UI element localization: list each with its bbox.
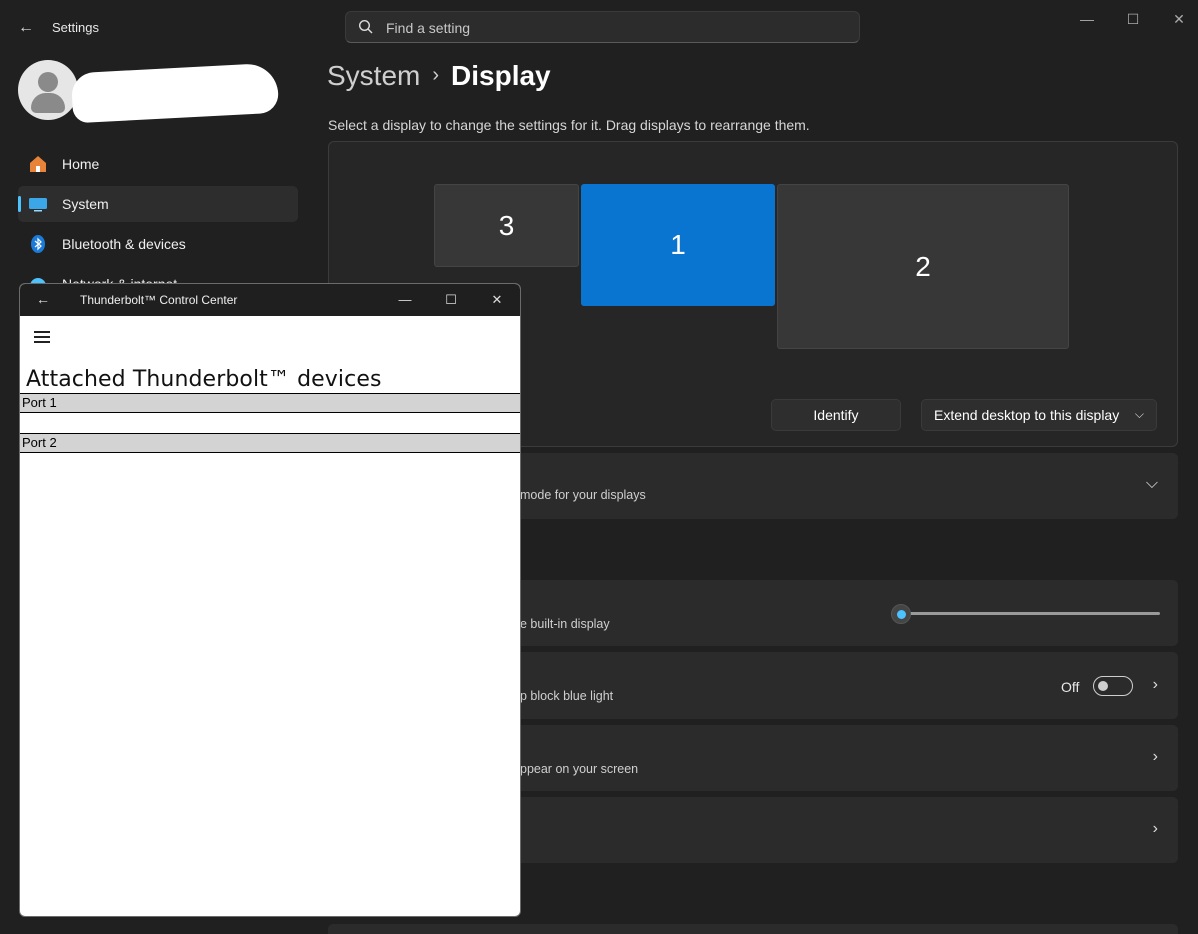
monitor-3[interactable]: 3 — [434, 184, 579, 267]
window-title: Settings — [52, 20, 99, 35]
sidebar-item-label: Bluetooth & devices — [62, 236, 186, 252]
breadcrumb-parent[interactable]: System — [327, 60, 420, 91]
chevron-down-icon: ⌵ — [1145, 475, 1158, 492]
port-row[interactable]: Port 1 — [20, 393, 520, 413]
sidebar-item-label: System — [62, 196, 109, 212]
card-subtitle: ppear on your screen — [520, 762, 639, 776]
close-icon[interactable]: ✕ — [1156, 8, 1198, 30]
maximize-icon[interactable]: ☐ — [1110, 8, 1156, 30]
night-light-state: Off — [1061, 679, 1080, 695]
monitor-label: 1 — [670, 229, 686, 260]
close-icon[interactable]: ✕ — [474, 289, 520, 311]
home-icon — [30, 156, 46, 172]
sidebar-item-home[interactable]: Home — [18, 146, 298, 182]
avatar[interactable] — [18, 60, 78, 120]
display-mode-value: Extend desktop to this display — [934, 407, 1120, 423]
monitor-2[interactable]: 2 — [777, 184, 1069, 349]
monitor-label: 2 — [915, 250, 931, 282]
minimize-icon[interactable]: — — [382, 289, 428, 311]
hamburger-menu-icon[interactable] — [34, 331, 50, 343]
thunderbolt-window: ← Thunderbolt™ Control Center — ☐ ✕ Atta… — [19, 283, 521, 917]
monitor-1[interactable]: 1 — [581, 184, 775, 306]
bluetooth-icon — [31, 235, 45, 253]
minimize-icon[interactable]: — — [1064, 8, 1110, 30]
monitor-icon — [29, 198, 47, 212]
chevron-right-icon: › — [432, 64, 440, 86]
card-subtitle: mode for your displays — [520, 488, 646, 502]
search-input[interactable] — [386, 18, 826, 38]
identify-button[interactable]: Identify — [771, 399, 901, 431]
port-label: Port 2 — [22, 435, 57, 450]
search-icon — [358, 19, 373, 34]
brightness-slider-thumb[interactable] — [891, 604, 911, 624]
night-light-toggle[interactable] — [1093, 676, 1133, 696]
card-subtitle: e built-in display — [520, 617, 610, 631]
port-row[interactable]: Port 2 — [20, 433, 520, 453]
port-label: Port 1 — [22, 395, 57, 410]
sidebar-item-bluetooth[interactable]: Bluetooth & devices — [18, 226, 298, 262]
card-subtitle: p block blue light — [520, 689, 614, 703]
redacted-username — [70, 62, 280, 124]
avatar-head — [38, 72, 58, 92]
monitor-label: 3 — [498, 209, 515, 241]
thunderbolt-titlebar: ← Thunderbolt™ Control Center — ☐ ✕ — [20, 284, 520, 316]
back-arrow-icon[interactable]: ← — [16, 18, 36, 38]
sidebar-item-label: Home — [62, 156, 100, 172]
page-title: Display — [451, 60, 551, 91]
settings-titlebar: ← Settings — ☐ ✕ — [0, 0, 1198, 54]
devices-heading: Attached Thunderbolt™ devices — [26, 367, 382, 392]
arrange-instructions: Select a display to change the settings … — [328, 117, 810, 133]
identify-label: Identify — [813, 407, 859, 423]
display-mode-dropdown[interactable]: Extend desktop to this display ⌵ — [921, 399, 1157, 431]
settings-card-bottom[interactable] — [328, 924, 1178, 934]
search-box[interactable] — [345, 11, 860, 43]
maximize-icon[interactable]: ☐ — [428, 289, 474, 311]
chevron-right-icon: › — [1152, 820, 1158, 837]
sidebar-item-system[interactable]: System — [18, 186, 298, 222]
breadcrumb: System › Display — [327, 60, 551, 92]
avatar-body — [31, 93, 65, 113]
brightness-slider-track[interactable] — [900, 612, 1160, 615]
chevron-down-icon: ⌵ — [1134, 407, 1144, 421]
chevron-right-icon: › — [1152, 748, 1158, 765]
chevron-right-icon: › — [1152, 676, 1158, 693]
thunderbolt-window-title: Thunderbolt™ Control Center — [80, 293, 238, 307]
selection-indicator — [18, 196, 21, 212]
back-arrow-icon[interactable]: ← — [36, 291, 50, 307]
